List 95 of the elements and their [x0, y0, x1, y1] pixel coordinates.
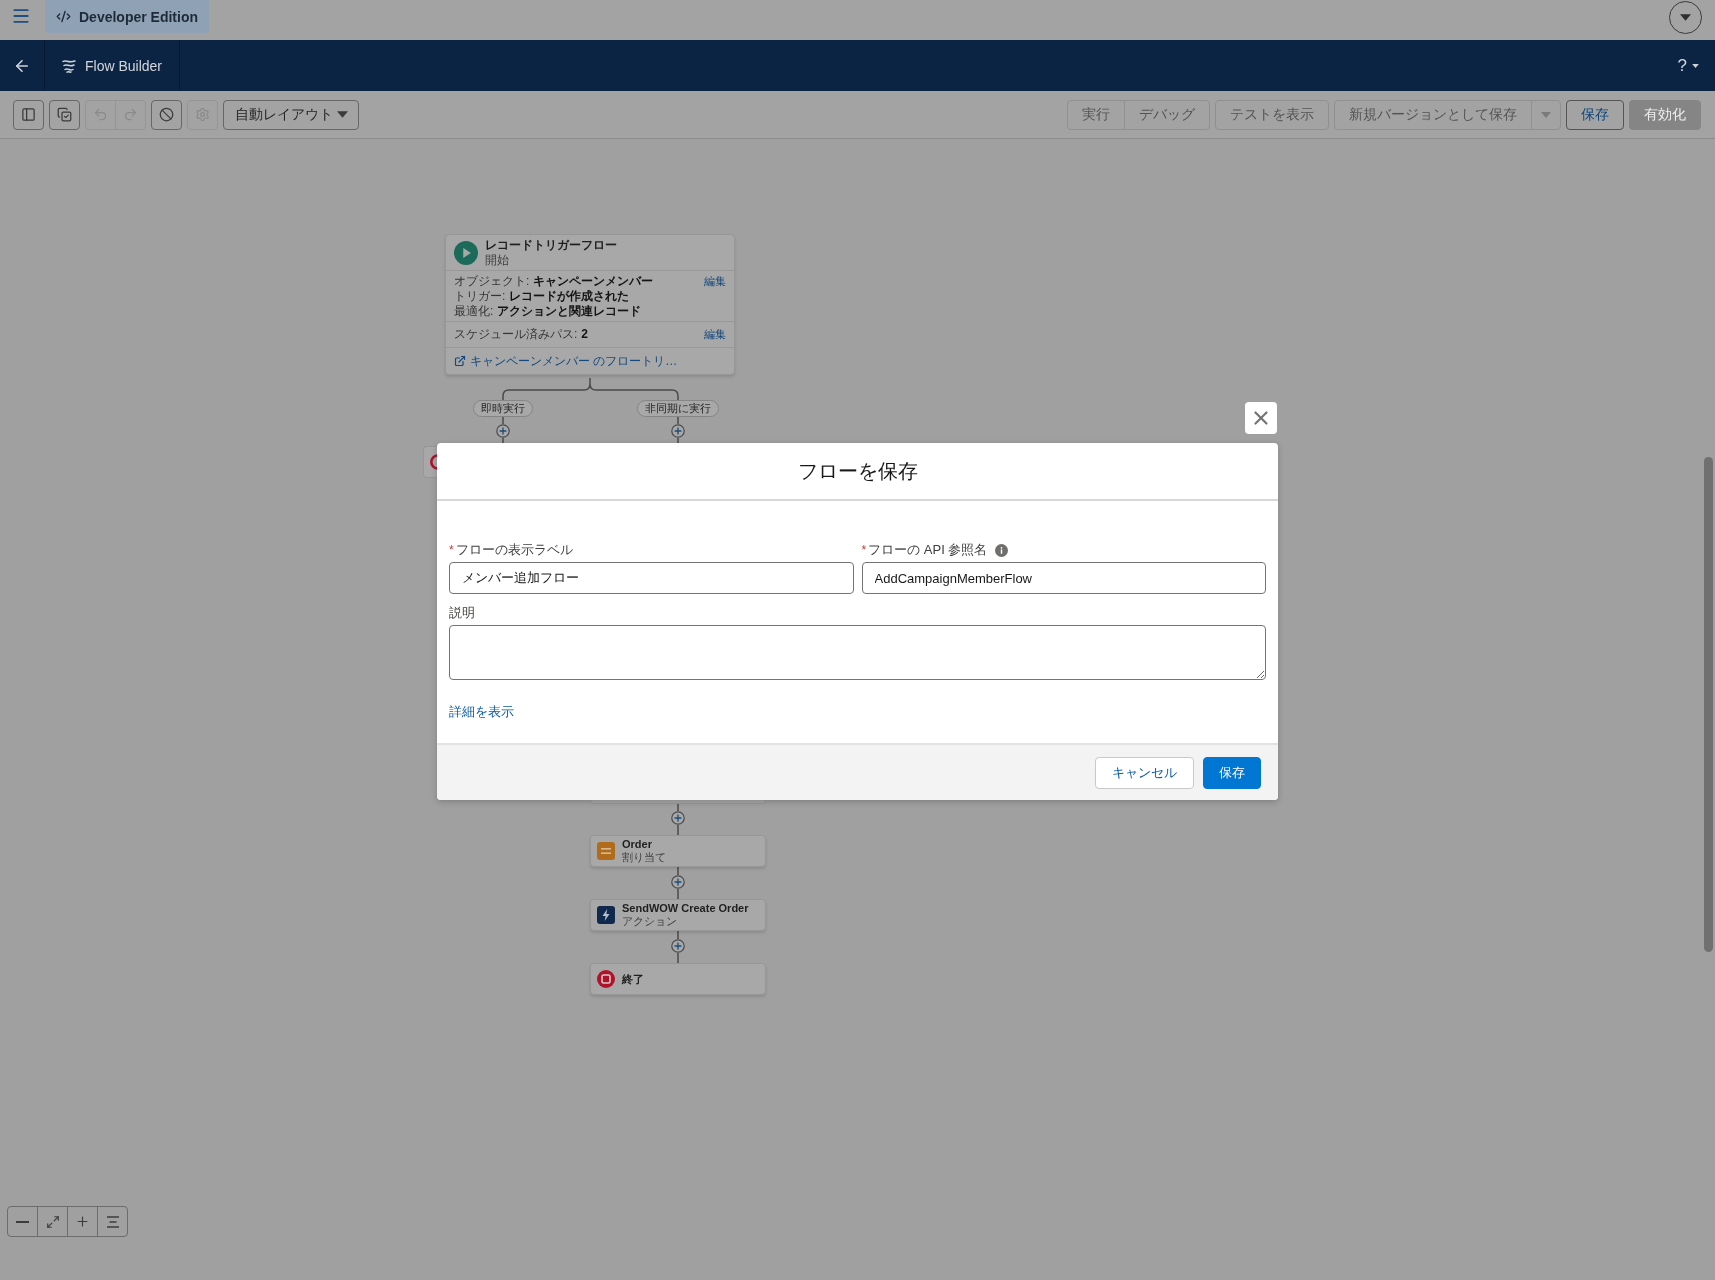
add-element-button[interactable] [496, 424, 510, 438]
add-element-button[interactable] [671, 875, 685, 889]
start-node-card[interactable]: レコードトリガーフロー 開始 オブジェクト: キャンペーンメンバー 編集 トリガー: レコードが作成された 最適化: アクションと関連レコード スケジュール済みパス: 2 編集 キャンペーンメンバー のフロートリ… [445, 234, 735, 375]
caret-down-icon [1541, 111, 1551, 118]
node-title: 終了 [622, 972, 644, 986]
stack-icon [57, 107, 72, 122]
lines-icon [105, 1215, 120, 1228]
app-name: Flow Builder [85, 57, 163, 74]
connector-line [677, 803, 679, 812]
equals-icon [597, 842, 615, 860]
undo-icon [93, 107, 108, 122]
required-mark: * [449, 543, 454, 557]
field-label: フローの API 参照名 [868, 541, 988, 559]
help-button[interactable]: ? [1675, 55, 1701, 76]
edition-label: Developer Edition [79, 8, 199, 25]
detail-value: キャンペーンメンバー [533, 273, 654, 289]
text-input[interactable]: メンバー追加フロー [449, 562, 854, 594]
node-title: SendWOW Create Order [622, 902, 749, 915]
connector-line [677, 866, 679, 876]
add-element-button[interactable] [671, 811, 685, 825]
cancel-button[interactable] [151, 99, 182, 130]
node-card[interactable] [590, 800, 766, 804]
field-label: 説明 [449, 604, 475, 622]
zoom-in-button[interactable] [67, 1206, 98, 1237]
plus-icon [75, 1214, 90, 1229]
detail-label: 最適化: [454, 303, 494, 319]
toolbar-button[interactable]: 保存 [1566, 99, 1624, 130]
add-icon [671, 811, 685, 825]
connector-line [677, 437, 679, 444]
node-card[interactable]: SendWOW Create Order アクション [590, 899, 766, 931]
detail-value: レコードが作成された [509, 288, 630, 304]
connector-line [502, 437, 504, 444]
close-button[interactable] [1245, 402, 1277, 434]
node-title: Order [622, 838, 653, 851]
panel-toggle-button[interactable] [13, 99, 44, 130]
description-field[interactable] [449, 625, 1266, 680]
dialog-title: フローを保存 [797, 458, 918, 484]
scrollbar-thumb[interactable] [1704, 457, 1713, 952]
caret-down-icon [337, 111, 348, 118]
edit-link[interactable]: 編集 [704, 327, 726, 342]
external-link-icon [454, 355, 466, 367]
panel-icon [21, 107, 36, 122]
node-card[interactable] [423, 446, 437, 478]
ring-icon [430, 453, 437, 471]
redo-icon [123, 107, 138, 122]
flow-trigger-link[interactable]: キャンペーンメンバー のフロートリ… [470, 353, 678, 369]
add-icon [671, 424, 685, 438]
detail-value: 2 [581, 327, 589, 342]
caret-down-icon [1680, 14, 1691, 21]
cancel-button[interactable]: キャンセル [1095, 756, 1194, 789]
branch-label: 即時実行 [473, 400, 533, 417]
waves-icon [62, 58, 76, 73]
field-label: フローの表示ラベル [455, 541, 573, 559]
lightning-icon [597, 906, 615, 924]
node-card[interactable]: Order 割り当て [590, 835, 766, 867]
detail-label: トリガー: [454, 288, 506, 304]
add-icon [671, 875, 685, 889]
menu-icon [11, 6, 31, 26]
node-subtitle: 割り当て [622, 851, 666, 864]
detail-label: オブジェクト: [454, 273, 530, 289]
minus-icon [16, 1220, 29, 1223]
connector-line [677, 930, 679, 940]
center-view-button[interactable] [97, 1206, 128, 1237]
connector-line [677, 888, 679, 900]
node-card[interactable]: 終了 [590, 963, 766, 995]
expand-icon [45, 1214, 60, 1229]
connector-line [502, 416, 504, 425]
stop-icon [597, 970, 615, 988]
caret-down-icon [1692, 63, 1699, 68]
add-element-button[interactable] [671, 424, 685, 438]
text-input[interactable]: AddCampaignMemberFlow [861, 562, 1266, 594]
node-subtitle: 開始 [485, 252, 510, 268]
zoom-out-button[interactable] [7, 1206, 38, 1237]
required-mark: * [861, 543, 867, 557]
connector-line [677, 952, 679, 964]
node-title: レコードトリガーフロー [485, 237, 617, 253]
add-element-button[interactable] [671, 939, 685, 953]
add-icon [671, 939, 685, 953]
prohibited-icon [159, 107, 174, 122]
add-icon [496, 424, 510, 438]
branch-label: 非同期に実行 [637, 400, 719, 417]
show-details-link[interactable]: 詳細を表示 [449, 703, 514, 721]
detail-value: アクションと関連レコード [497, 303, 642, 319]
layout-select[interactable]: 自動レイアウト [223, 99, 359, 130]
manager-button[interactable] [49, 99, 80, 130]
node-subtitle: アクション [622, 915, 678, 928]
detail-label: スケジュール済みパス: [454, 327, 578, 342]
connector-line [677, 416, 679, 425]
fit-view-button[interactable] [37, 1206, 68, 1237]
connector-line [677, 824, 679, 836]
play-icon [454, 240, 478, 265]
save-button[interactable]: 保存 [1203, 756, 1261, 789]
settings-icon [195, 107, 210, 122]
edit-link[interactable]: 編集 [704, 273, 726, 289]
code-icon [56, 9, 71, 24]
